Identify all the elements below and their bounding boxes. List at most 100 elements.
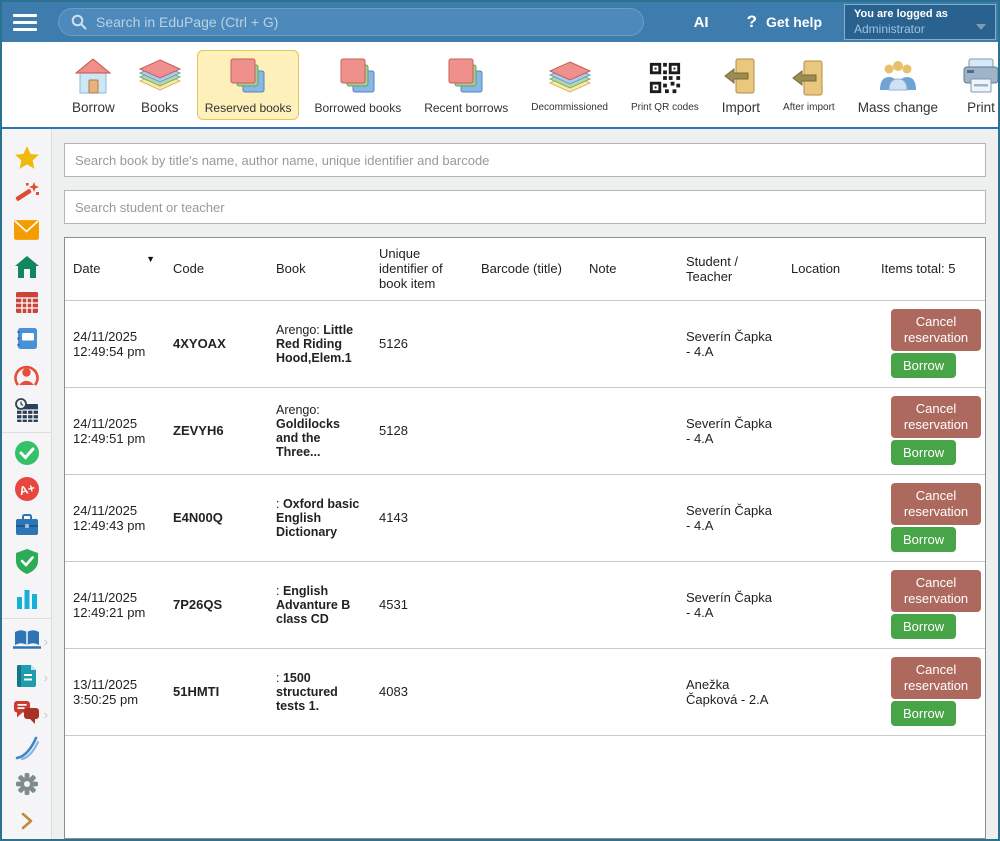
people-group-icon [876,54,920,98]
toolbar-item-books[interactable]: Books [130,49,190,120]
column-header-student-teacher: Student / Teacher [678,238,783,300]
cell-code: 7P26QS [165,561,268,648]
book-stack-icon [138,54,182,98]
column-header-code: Code [165,238,268,300]
question-mark-icon: ? [747,12,757,32]
sidebar-divider [2,432,51,433]
sidebar-item-results[interactable] [2,580,51,616]
get-help-button[interactable]: ? Get help [747,12,822,32]
cell-date: 24/11/202512:49:21 pm [65,561,165,648]
toolbar-item-borrowed-books[interactable]: Borrowed books [306,50,409,120]
sidebar-item-planning[interactable] [2,393,51,429]
sidebar-item-attendance[interactable] [2,435,51,471]
toolbar-item-reserved-books[interactable]: Reserved books [197,50,300,120]
cell-code: ZEVYH6 [165,387,268,474]
borrow-button[interactable]: Borrow [891,614,956,639]
toolbar-item-print-qr-codes[interactable]: Print QR codes [623,51,707,118]
person-search-input[interactable] [64,190,986,224]
content-area: Date ▼ Code Book Unique identifier of bo… [52,129,998,839]
mail-icon [13,219,40,241]
cancel-reservation-button[interactable]: Cancel reservation [891,309,981,352]
borrow-button[interactable]: Borrow [891,527,956,552]
cancel-reservation-button[interactable]: Cancel reservation [891,483,981,526]
cell-book: Arengo: Goldilocks and the Three... [268,387,371,474]
table-row: 13/11/20253:50:25 pm 51HMTI : 1500 struc… [65,648,986,735]
sidebar-item-signature[interactable] [2,730,51,766]
sidebar-item-timetable[interactable] [2,284,51,320]
top-bar: Search in EduPage (Ctrl + G) AI ? Get he… [2,2,998,42]
cell-barcode [473,300,581,387]
toolbar-item-decommissioned[interactable]: Decommissioned [523,51,616,118]
cancel-reservation-button[interactable]: Cancel reservation [891,570,981,613]
cell-unique-id: 4083 [371,648,473,735]
cell-code: 4XYOAX [165,300,268,387]
notebook-icon [14,326,39,351]
cell-location [783,300,873,387]
main-area: A+ [2,129,998,839]
sidebar-item-home[interactable] [2,248,51,284]
borrow-button[interactable]: Borrow [891,701,956,726]
toolbar-item-label: Books [141,100,179,115]
cell-student: Severín Čapka - 4.A [678,561,783,648]
ai-button[interactable]: AI [694,14,709,31]
cell-barcode [473,561,581,648]
cell-student: Severín Čapka - 4.A [678,387,783,474]
printer-icon [961,54,1000,98]
submenu-chevron-icon: › [44,670,48,685]
cell-actions: Cancel reservation Borrow [873,300,986,387]
cell-note [581,648,678,735]
magic-wand-icon [14,180,40,206]
toolbar-item-recent-borrows[interactable]: Recent borrows [416,50,516,120]
sidebar-item-favorites[interactable] [2,139,51,175]
book-search-input[interactable] [64,143,986,177]
sidebar-item-admin[interactable] [2,543,51,579]
borrow-button[interactable]: Borrow [891,440,956,465]
sidebar-item-classbook[interactable] [2,321,51,357]
toolbar-item-import[interactable]: Import [714,49,768,120]
cell-note [581,474,678,561]
import-arrow-icon [791,56,827,100]
cell-barcode [473,648,581,735]
sidebar-item-grades[interactable]: A+ [2,471,51,507]
chevron-down-icon [976,24,986,30]
borrow-button[interactable]: Borrow [891,353,956,378]
document-icon [14,663,39,689]
chat-bubbles-icon [13,699,40,725]
cell-location [783,648,873,735]
sidebar-item-agenda[interactable] [2,507,51,543]
cell-book: Arengo: Little Red Riding Hood,Elem.1 [268,300,371,387]
house-icon [73,54,113,98]
sidebar-item-teachers[interactable] [2,357,51,393]
cell-date: 24/11/202512:49:51 pm [65,387,165,474]
layered-squares-icon [339,55,377,99]
column-header-date[interactable]: Date ▼ [65,238,165,300]
toolbar-item-borrow[interactable]: Borrow [64,49,123,120]
cell-book: : 1500 structured tests 1. [268,648,371,735]
toolbar-item-after-import[interactable]: After import [775,51,843,118]
sidebar-item-documents[interactable]: › [2,657,51,693]
hamburger-menu-icon[interactable] [2,14,48,31]
cancel-reservation-button[interactable]: Cancel reservation [891,657,981,700]
toolbar-item-label: Decommissioned [531,102,608,113]
cell-date: 13/11/20253:50:25 pm [65,648,165,735]
toolbar-item-mass-change[interactable]: Mass change [850,49,946,120]
logged-in-user-dropdown[interactable]: You are logged as Administrator [844,4,996,40]
cell-location [783,387,873,474]
sidebar-item-wizard[interactable] [2,175,51,211]
briefcase-icon [14,513,40,537]
layered-squares-icon [229,55,267,99]
toolbar-item-print[interactable]: Print [953,49,1000,120]
cancel-reservation-button[interactable]: Cancel reservation [891,396,981,439]
shield-check-icon [14,548,40,575]
cell-actions: Cancel reservation Borrow [873,648,986,735]
cell-unique-id: 4143 [371,474,473,561]
sidebar-item-library[interactable]: › [2,621,51,657]
sidebar-expand-button[interactable] [2,803,51,839]
items-total-label: Items total: 5 [873,238,986,300]
search-icon [71,14,87,30]
sidebar-item-settings[interactable] [2,766,51,802]
sidebar-item-messages[interactable] [2,212,51,248]
cell-note [581,300,678,387]
sidebar-item-communication[interactable]: › [2,694,51,730]
global-search-input[interactable]: Search in EduPage (Ctrl + G) [58,8,644,36]
